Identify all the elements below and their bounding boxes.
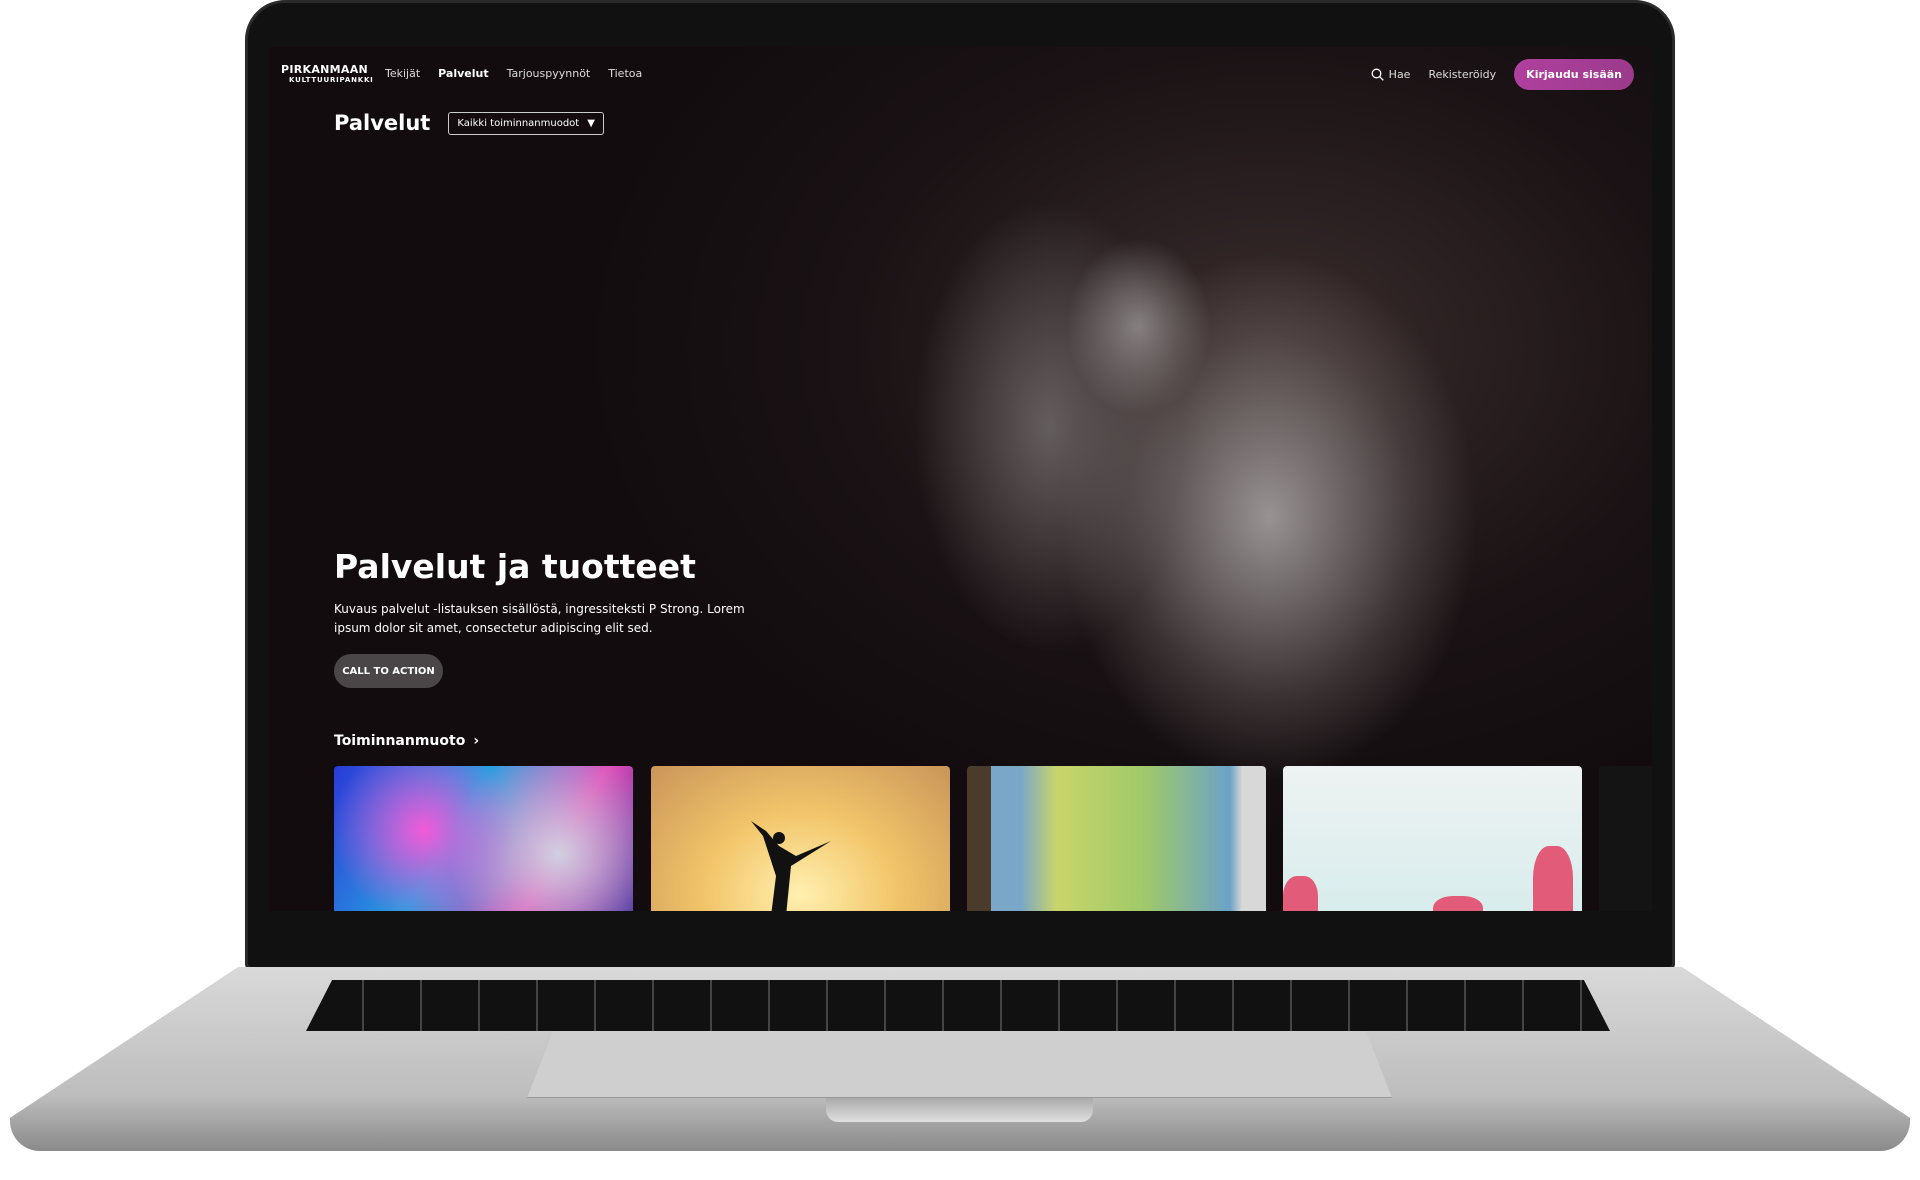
deer-illustration bbox=[1533, 846, 1573, 911]
service-card[interactable] bbox=[1599, 766, 1652, 911]
caret-down-icon: ▼ bbox=[587, 117, 595, 129]
trackpad bbox=[527, 1031, 1392, 1098]
section-link[interactable]: Toiminnanmuoto › bbox=[334, 733, 479, 749]
service-card[interactable] bbox=[1283, 766, 1582, 911]
dancer-silhouette bbox=[751, 821, 831, 911]
bear-illustration bbox=[1283, 876, 1318, 911]
keyboard bbox=[306, 980, 1610, 1031]
filter-dropdown[interactable]: Kaikki toiminnanmuodot ▼ bbox=[448, 111, 604, 135]
page-title: Palvelut bbox=[334, 111, 431, 135]
service-card[interactable] bbox=[651, 766, 950, 911]
service-card[interactable] bbox=[334, 766, 633, 911]
register-link[interactable]: Rekisteröidy bbox=[1428, 68, 1496, 81]
service-card[interactable] bbox=[967, 766, 1266, 911]
nav-link-tarjouspyynnot[interactable]: Tarjouspyynnöt bbox=[507, 67, 591, 80]
laptop-screen: PIRKANMAAN KULTTUURIPANKKI Tekijät Palvel… bbox=[269, 47, 1652, 911]
chevron-right-icon: › bbox=[473, 733, 480, 749]
laptop-notch bbox=[826, 1098, 1093, 1122]
hero-title: Palvelut ja tuotteet bbox=[334, 547, 696, 586]
fox-illustration bbox=[1433, 896, 1483, 911]
nav-link-palvelut[interactable]: Palvelut bbox=[438, 67, 488, 80]
search-icon bbox=[1371, 68, 1384, 81]
top-nav: PIRKANMAAN KULTTUURIPANKKI Tekijät Palvel… bbox=[269, 47, 1652, 102]
logo[interactable]: PIRKANMAAN KULTTUURIPANKKI bbox=[281, 64, 374, 86]
login-button[interactable]: Kirjaudu sisään bbox=[1514, 59, 1634, 90]
call-to-action-button[interactable]: CALL TO ACTION bbox=[334, 654, 443, 688]
hero-description: Kuvaus palvelut -listauksen sisällöstä, … bbox=[334, 602, 745, 635]
nav-link-tietoa[interactable]: Tietoa bbox=[608, 67, 642, 80]
nav-link-tekijat[interactable]: Tekijät bbox=[385, 67, 420, 80]
search-button[interactable]: Hae bbox=[1371, 68, 1410, 81]
